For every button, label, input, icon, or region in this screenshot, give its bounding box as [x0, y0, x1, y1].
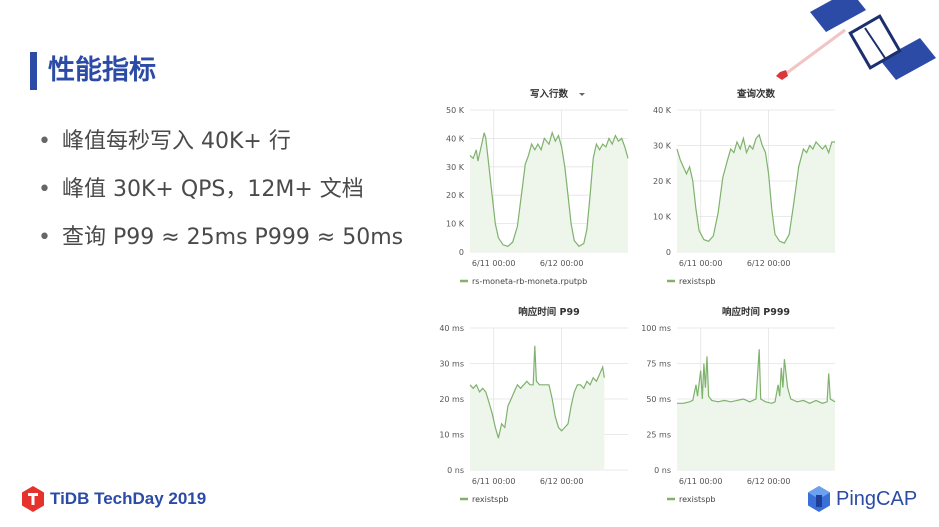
- bullet-item: • 查询 P99 ≈ 25ms P999 ≈ 50ms: [38, 220, 403, 268]
- legend-label: rs-moneta-rb-moneta.rputpb: [472, 277, 587, 286]
- chevron-down-icon: [579, 93, 585, 96]
- bullet-text: 峰值 30K+ QPS，12M+ 文档: [62, 177, 364, 202]
- x-tick-label: 6/11 00:00: [472, 477, 516, 486]
- y-tick-label: 0 ns: [654, 466, 671, 475]
- legend-label: rexistspb: [679, 277, 715, 286]
- x-tick-label: 6/11 00:00: [679, 259, 723, 268]
- y-tick-label: 20 K: [446, 191, 465, 200]
- x-tick-label: 6/12 00:00: [540, 477, 584, 486]
- bullet-text: 查询 P99 ≈ 25ms P999 ≈ 50ms: [62, 225, 404, 250]
- satellite-illustration: [776, 0, 936, 80]
- chart-panel-latency-p999: 响应时间 P999 0 ns 25 ms 50 ms 75 ms 100 ms 6/11 0…: [635, 302, 840, 512]
- chart-title: 写入行数: [530, 88, 569, 100]
- y-tick-label: 10 K: [446, 220, 465, 229]
- bullet-item: • 峰值 30K+ QPS，12M+ 文档: [38, 172, 403, 220]
- y-tick-label: 40 K: [446, 134, 465, 143]
- chart-svg: 写入行数 0 10 K 20 K 30 K 40 K 50 K 6/11 00:00 6/12 …: [446, 88, 629, 286]
- bullet-item: • 峰值每秒写入 40K+ 行: [38, 124, 403, 172]
- y-tick-label: 75 ms: [646, 360, 671, 369]
- x-tick-label: 6/12 00:00: [747, 477, 791, 486]
- chart-svg: 响应时间 P999 0 ns 25 ms 50 ms 75 ms 100 ms 6/11 0…: [641, 306, 836, 504]
- tidb-techday-logo: TiDB TechDay 2019: [22, 486, 206, 512]
- bullet-dot-icon: •: [38, 129, 51, 154]
- y-tick-label: 100 ms: [641, 324, 671, 333]
- title-accent-bar: [30, 52, 37, 90]
- chart-title: 响应时间 P999: [722, 306, 790, 318]
- y-tick-label: 30 K: [446, 163, 465, 172]
- legend-label: rexistspb: [472, 495, 508, 504]
- y-tick-label: 20 K: [653, 177, 672, 186]
- chart-svg: 响应时间 P99 0 ns 10 ms 20 ms 30 ms 40 ms 6/11 00:…: [439, 306, 628, 504]
- pingcap-logo: PingCAP: [808, 486, 917, 512]
- x-tick-label: 6/12 00:00: [747, 259, 791, 268]
- y-tick-label: 50 ms: [646, 395, 671, 404]
- pingcap-logo-icon: [808, 486, 830, 512]
- y-tick-label: 30 ms: [439, 360, 464, 369]
- y-tick-label: 10 K: [653, 213, 672, 222]
- y-tick-label: 50 K: [446, 106, 465, 115]
- y-tick-label: 40 K: [653, 106, 672, 115]
- tidb-logo-icon: [22, 486, 44, 512]
- bullet-dot-icon: •: [38, 225, 51, 250]
- chart-panel-query-count: 查询次数 0 10 K 20 K 30 K 40 K 6/11 00:00 6/12 00:0…: [635, 84, 840, 294]
- y-tick-label: 0 ns: [447, 466, 464, 475]
- x-tick-label: 6/11 00:00: [679, 477, 723, 486]
- y-tick-label: 30 K: [653, 142, 672, 151]
- chart-panel-latency-p99: 响应时间 P99 0 ns 10 ms 20 ms 30 ms 40 ms 6/11 00:…: [428, 302, 633, 512]
- footer-company-name: PingCAP: [836, 487, 918, 510]
- footer-event-name: TiDB TechDay 2019: [50, 489, 207, 508]
- y-tick-label: 20 ms: [439, 395, 464, 404]
- page-title: 性能指标: [48, 55, 156, 86]
- x-tick-label: 6/11 00:00: [472, 259, 516, 268]
- y-tick-label: 0: [459, 248, 464, 257]
- bullet-list: • 峰值每秒写入 40K+ 行 • 峰值 30K+ QPS，12M+ 文档 • 查询 …: [38, 124, 403, 268]
- chart-panel-write-rows: 写入行数 0 10 K 20 K 30 K 40 K 50 K 6/11 00:00 6/12 …: [428, 84, 633, 294]
- x-tick-label: 6/12 00:00: [540, 259, 584, 268]
- chart-svg: 查询次数010 K20 K30 K40 K6/11 00:00 6/12 00:0…: [653, 88, 835, 286]
- y-tick-label: 10 ms: [439, 431, 464, 440]
- y-tick-label: 25 ms: [646, 431, 671, 440]
- bullet-dot-icon: •: [38, 177, 51, 202]
- y-tick-label: 40 ms: [439, 324, 464, 333]
- y-tick-label: 0: [666, 248, 671, 257]
- chart-title: 响应时间 P99: [518, 306, 580, 318]
- legend-label: rexistspb: [679, 495, 715, 504]
- bullet-text: 峰值每秒写入 40K+ 行: [62, 129, 291, 154]
